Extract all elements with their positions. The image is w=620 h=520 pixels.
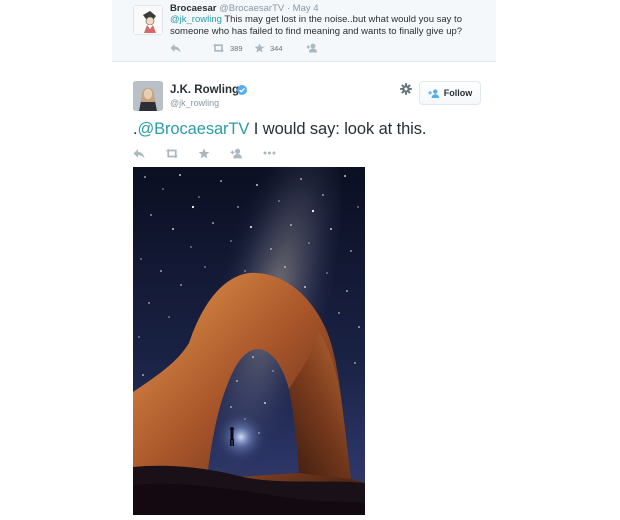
reply-button[interactable]	[170, 42, 181, 54]
follow-icon	[306, 43, 317, 53]
tweet-text: .@BrocaesarTV I would say: look at this.	[133, 120, 426, 139]
tweet-mention-link[interactable]: @BrocaesarTV	[137, 120, 249, 138]
favorite-count[interactable]: 344	[270, 44, 283, 53]
page: Brocaesar @BrocaesarTV · May 4 @jk_rowli…	[0, 0, 620, 520]
follow-button[interactable]: Follow	[419, 81, 481, 105]
author-handle[interactable]: @jk_rowling	[170, 98, 219, 108]
follow-action-button[interactable]	[306, 42, 318, 54]
main-retweet-button[interactable]	[165, 147, 179, 159]
reply-separator: ·	[286, 3, 291, 14]
reply-author-name[interactable]: Brocaesar	[170, 3, 216, 14]
reply-icon	[133, 148, 145, 158]
main-favorite-button[interactable]	[198, 147, 210, 159]
reply-mention-link[interactable]: @jk_rowling	[170, 14, 222, 25]
reply-author-handle[interactable]: @BrocaesarTV	[219, 3, 284, 14]
follow-button-label: Follow	[443, 88, 473, 98]
tweet-body: I would say: look at this.	[249, 120, 427, 138]
more-button[interactable]	[263, 147, 276, 159]
author-name[interactable]: J.K. Rowling	[170, 84, 239, 96]
reply-icon	[170, 44, 181, 53]
verified-icon	[237, 85, 247, 95]
tweet-photo[interactable]	[133, 167, 365, 515]
gear-icon[interactable]	[400, 83, 412, 95]
favorite-icon	[254, 43, 265, 53]
favorite-button[interactable]: 344	[254, 42, 283, 54]
retweet-count[interactable]: 389	[230, 44, 243, 53]
retweet-button[interactable]: 389	[212, 42, 243, 54]
main-reply-button[interactable]	[133, 147, 145, 159]
main-avatar[interactable]	[133, 81, 163, 111]
follow-user-icon	[428, 88, 439, 98]
follow-icon	[230, 148, 242, 158]
retweet-icon	[166, 148, 178, 158]
main-follow-action-button[interactable]	[230, 147, 243, 159]
reply-tweet[interactable]: Brocaesar @BrocaesarTV · May 4 @jk_rowli…	[112, 0, 496, 62]
retweet-icon	[213, 43, 224, 53]
favorite-icon	[198, 147, 210, 158]
main-tweet: J.K. Rowling @jk_rowling Follow .@Brocae…	[112, 62, 496, 520]
reply-text: @jk_rowling This may get lost in the noi…	[170, 14, 490, 38]
more-icon	[263, 151, 276, 155]
reply-header: Brocaesar @BrocaesarTV · May 4	[170, 3, 319, 14]
reply-date[interactable]: May 4	[293, 3, 319, 14]
reply-avatar[interactable]	[133, 5, 163, 35]
